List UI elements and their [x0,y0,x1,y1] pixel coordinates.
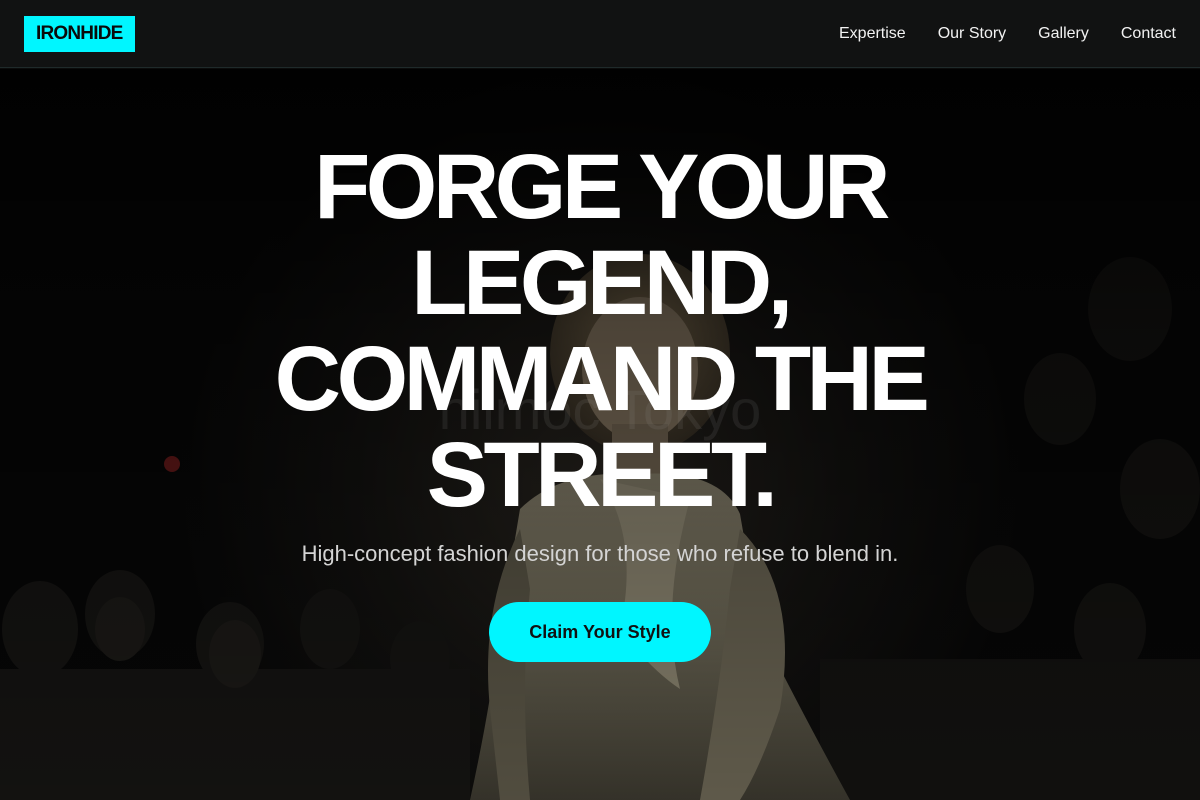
hero-content: FORGE YOUR LEGEND, COMMAND THE STREET. H… [0,69,1200,800]
nav-link-expertise[interactable]: Expertise [839,25,906,43]
nav-link-our-story[interactable]: Our Story [938,25,1006,43]
brand-logo[interactable]: IRONHIDE [24,15,135,52]
claim-your-style-button[interactable]: Claim Your Style [489,602,711,662]
main-nav: Expertise Our Story Gallery Contact [839,25,1176,43]
hero-section: hilmoc Tokyo FORGE YOUR LEGEND, COMMAND … [0,69,1200,800]
nav-link-gallery[interactable]: Gallery [1038,25,1089,43]
hero-headline: FORGE YOUR LEGEND, COMMAND THE STREET. [274,136,930,526]
nav-link-contact[interactable]: Contact [1121,25,1176,43]
top-navbar: IRONHIDE Expertise Our Story Gallery Con… [0,0,1200,68]
page: IRONHIDE Expertise Our Story Gallery Con… [0,0,1200,800]
hero-subheadline: High-concept fashion design for those wh… [301,541,899,566]
